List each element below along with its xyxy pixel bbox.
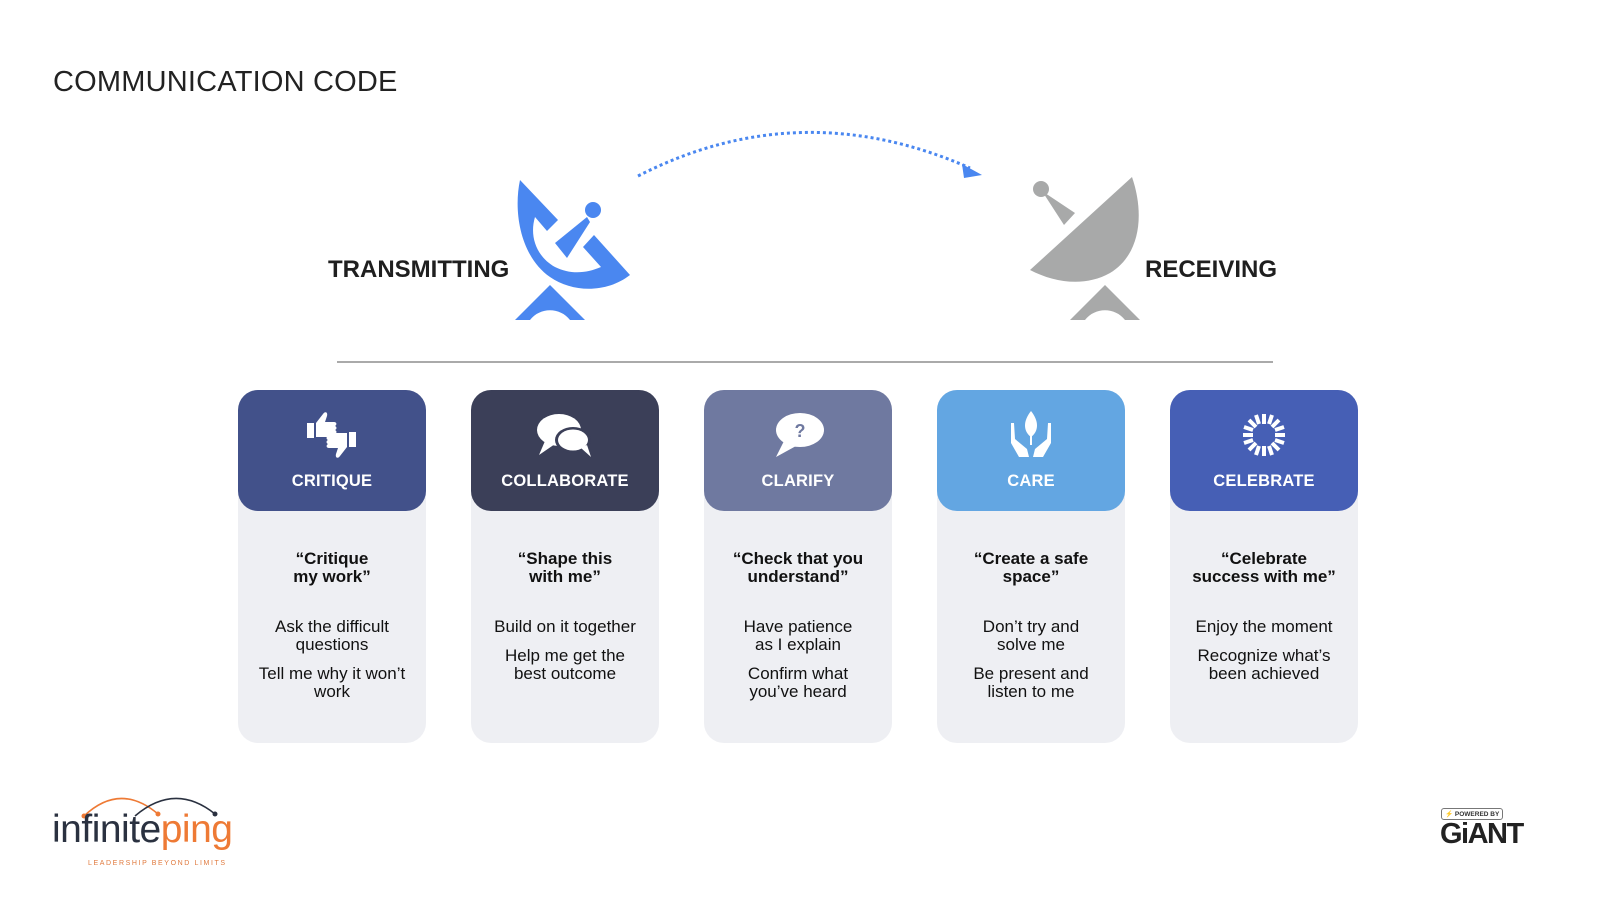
point: Ask the difficult questions bbox=[274, 617, 390, 654]
card-collaborate: COLLABORATE “Shape this with me” Build o… bbox=[471, 390, 659, 743]
transmitting-dish-icon bbox=[515, 180, 630, 320]
card-points: Enjoy the moment Recognize what’s been ac… bbox=[1170, 618, 1358, 694]
card-points: Build on it together Help me get the best… bbox=[471, 618, 659, 694]
card-title: CARE bbox=[1007, 472, 1055, 490]
point: Tell me why it won’t work bbox=[258, 664, 406, 701]
brand-wordmark: infiniteping bbox=[52, 808, 233, 851]
card-points: Have patience as I explain Confirm what yo… bbox=[704, 618, 892, 712]
card-points: Ask the difficult questions Tell me why i… bbox=[238, 618, 426, 712]
transmission-arrow-icon bbox=[637, 130, 982, 178]
quote-line: understand” bbox=[747, 567, 849, 586]
quote-line: “Celebrate bbox=[1221, 549, 1307, 568]
card-care: CARE “Create a safe space” Don’t try and… bbox=[937, 390, 1125, 743]
point: Recognize what’s been achieved bbox=[1197, 646, 1331, 683]
quote-line: space” bbox=[1002, 567, 1060, 586]
card-celebrate: CELEBRATE “Celebrate success with me” En… bbox=[1170, 390, 1358, 743]
divider bbox=[337, 361, 1273, 363]
quote-line: “Critique bbox=[295, 549, 369, 568]
card-quote: “Shape this with me” bbox=[471, 550, 659, 586]
quote-line: “Shape this bbox=[517, 549, 613, 568]
card-clarify: ? CLARIFY “Check that you understand” Ha… bbox=[704, 390, 892, 743]
point: Be present and listen to me bbox=[973, 664, 1089, 701]
point: Have patience as I explain bbox=[743, 617, 853, 654]
card-title: CELEBRATE bbox=[1213, 472, 1315, 490]
quote-line: with me” bbox=[529, 567, 601, 586]
card-quote: “Critique my work” bbox=[238, 550, 426, 586]
quote-line: “Check that you bbox=[732, 549, 864, 568]
svg-text:?: ? bbox=[795, 421, 806, 441]
card-header: CARE bbox=[937, 390, 1125, 511]
chat-bubbles-icon bbox=[535, 407, 595, 463]
card-header: ? CLARIFY bbox=[704, 390, 892, 511]
point: Confirm what you’ve heard bbox=[747, 664, 849, 701]
card-header: CELEBRATE bbox=[1170, 390, 1358, 511]
card-critique: CRITIQUE “Critique my work” Ask the diff… bbox=[238, 390, 426, 743]
hands-leaf-icon bbox=[1001, 407, 1061, 463]
point: Enjoy the moment bbox=[1195, 617, 1333, 636]
giant-wordmark: GiANT bbox=[1440, 818, 1524, 850]
point: Don’t try and solve me bbox=[982, 617, 1080, 654]
page-title: COMMUNICATION CODE bbox=[53, 66, 398, 98]
card-quote: “Check that you understand” bbox=[704, 550, 892, 586]
question-bubble-icon: ? bbox=[768, 407, 828, 463]
card-quote: “Celebrate success with me” bbox=[1170, 550, 1358, 586]
card-quote: “Create a safe space” bbox=[937, 550, 1125, 586]
point: Help me get the best outcome bbox=[504, 646, 625, 683]
receiving-label: RECEIVING bbox=[1145, 256, 1278, 283]
quote-line: success with me” bbox=[1192, 567, 1336, 586]
card-title: CRITIQUE bbox=[291, 472, 373, 490]
receiving-dish-icon bbox=[1030, 177, 1140, 320]
thumbs-up-down-icon bbox=[302, 407, 362, 463]
quote-line: “Create a safe bbox=[973, 549, 1089, 568]
quote-line: my work” bbox=[293, 567, 371, 586]
card-title: COLLABORATE bbox=[501, 472, 629, 490]
card-header: COLLABORATE bbox=[471, 390, 659, 511]
transmitting-label: TRANSMITTING bbox=[328, 256, 510, 283]
burst-icon bbox=[1234, 407, 1294, 463]
card-points: Don’t try and solve me Be present and list… bbox=[937, 618, 1125, 712]
point: Build on it together bbox=[494, 617, 636, 636]
card-header: CRITIQUE bbox=[238, 390, 426, 511]
card-title: CLARIFY bbox=[761, 472, 835, 490]
brand-tagline: LEADERSHIP BEYOND LIMITS bbox=[88, 860, 227, 867]
